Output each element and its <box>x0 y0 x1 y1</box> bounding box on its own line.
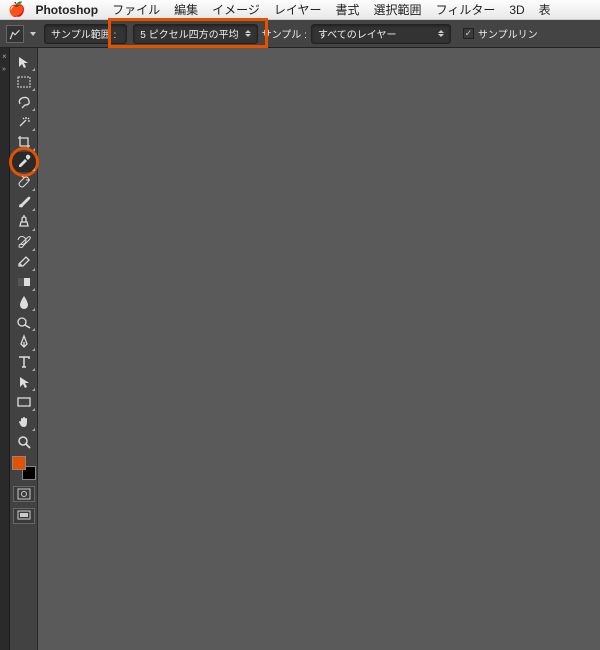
sample-label: サンプル : <box>262 26 307 41</box>
spot-healing-brush-tool[interactable] <box>12 172 36 192</box>
menu-view[interactable]: 表 <box>539 1 551 18</box>
sample-range-label: サンプル範囲 : <box>51 26 116 41</box>
screen-mode-button[interactable] <box>13 508 35 524</box>
sample-range-group: サンプル範囲 : <box>44 24 127 44</box>
menu-type[interactable]: 書式 <box>336 1 360 18</box>
brush-tool[interactable] <box>12 192 36 212</box>
dropdown-arrows-icon <box>245 30 251 37</box>
magic-wand-tool[interactable] <box>12 112 36 132</box>
menu-filter[interactable]: フィルター <box>436 1 496 18</box>
move-tool[interactable] <box>12 52 36 72</box>
lasso-tool[interactable] <box>12 92 36 112</box>
hand-tool[interactable] <box>12 412 36 432</box>
menu-3d[interactable]: 3D <box>509 3 524 17</box>
tool-preset-picker[interactable] <box>6 25 24 43</box>
quick-mask-mode-button[interactable] <box>13 486 35 502</box>
color-swatches[interactable] <box>12 456 36 480</box>
sample-value: すべてのレイヤー <box>318 26 397 41</box>
menu-app[interactable]: Photoshop <box>35 3 98 17</box>
rectangle-tool[interactable] <box>12 392 36 412</box>
tool-preset-arrow-icon[interactable] <box>30 32 36 36</box>
gradient-tool[interactable] <box>12 272 36 292</box>
rectangular-marquee-tool[interactable] <box>12 72 36 92</box>
dodge-tool[interactable] <box>12 312 36 332</box>
sample-ring-checkbox[interactable]: ✓ <box>463 28 474 39</box>
collapse-icon[interactable]: » <box>2 66 6 73</box>
eraser-tool[interactable] <box>12 252 36 272</box>
zoom-tool[interactable] <box>12 432 36 452</box>
sample-dropdown[interactable]: すべてのレイヤー <box>311 24 451 44</box>
blur-tool[interactable] <box>12 292 36 312</box>
menu-layer[interactable]: レイヤー <box>274 1 322 18</box>
history-brush-tool[interactable] <box>12 232 36 252</box>
tools-panel <box>10 48 38 650</box>
foreground-color-swatch[interactable] <box>12 456 26 470</box>
menu-select[interactable]: 選択範囲 <box>374 1 422 18</box>
menu-image[interactable]: イメージ <box>212 1 260 18</box>
sample-ring-label: サンプルリン <box>478 26 538 41</box>
eyedropper-tool[interactable] <box>12 152 36 172</box>
menu-edit[interactable]: 編集 <box>174 1 198 18</box>
main-area: × » <box>0 48 600 650</box>
clone-stamp-tool[interactable] <box>12 212 36 232</box>
macos-menubar: 🍎 Photoshop ファイル 編集 イメージ レイヤー 書式 選択範囲 フィ… <box>0 0 600 20</box>
dropdown-arrows-icon <box>438 30 444 37</box>
path-selection-tool[interactable] <box>12 372 36 392</box>
apple-menu-icon[interactable]: 🍎 <box>8 1 25 18</box>
pen-tool[interactable] <box>12 332 36 352</box>
type-tool[interactable] <box>12 352 36 372</box>
sample-range-dropdown[interactable]: 5 ピクセル四方の平均 <box>133 24 257 44</box>
crop-tool[interactable] <box>12 132 36 152</box>
check-icon: ✓ <box>465 28 473 39</box>
options-bar: サンプル範囲 : 5 ピクセル四方の平均 サンプル : すべてのレイヤー ✓ サ… <box>0 20 600 48</box>
menu-file[interactable]: ファイル <box>112 1 160 18</box>
panel-tab-strip: × » <box>0 48 10 650</box>
sample-range-value: 5 ピクセル四方の平均 <box>140 26 238 41</box>
close-icon[interactable]: × <box>2 52 7 61</box>
document-canvas[interactable] <box>38 48 600 650</box>
